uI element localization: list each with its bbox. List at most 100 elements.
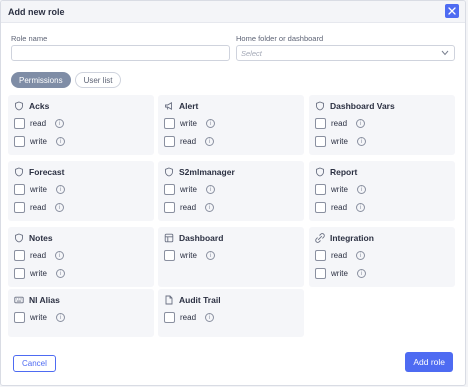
permission-checkbox[interactable] <box>14 312 25 323</box>
permission-checkbox[interactable] <box>164 118 175 129</box>
role-name-input[interactable] <box>11 45 230 61</box>
permission-checkbox[interactable] <box>14 184 25 195</box>
permission-option: read i <box>315 250 366 261</box>
permission-checkbox[interactable] <box>164 136 175 147</box>
permission-option: write i <box>164 250 215 261</box>
permission-card-title: Acks <box>29 101 50 111</box>
info-icon[interactable]: i <box>55 137 65 146</box>
permission-checkbox[interactable] <box>164 312 175 323</box>
info-icon[interactable]: i <box>356 137 366 146</box>
permission-label: read <box>30 251 47 260</box>
info-icon[interactable]: i <box>55 119 65 128</box>
close-icon <box>448 7 456 15</box>
permission-label: read <box>331 251 348 260</box>
home-folder-placeholder: Select <box>241 49 262 58</box>
permission-card-header: Dashboard <box>164 233 223 243</box>
permission-label: write <box>30 137 47 146</box>
permission-label: write <box>180 251 197 260</box>
permission-card-title: Nl Alias <box>29 295 60 305</box>
info-icon[interactable]: i <box>55 203 65 212</box>
modal-header: Add new role <box>1 1 465 23</box>
permission-checkbox[interactable] <box>315 136 326 147</box>
info-icon[interactable]: i <box>55 185 65 194</box>
permission-checkbox[interactable] <box>14 136 25 147</box>
permission-label: write <box>331 137 348 146</box>
shield-icon <box>316 101 324 111</box>
permission-checkbox[interactable] <box>315 268 326 279</box>
permission-checkbox[interactable] <box>315 118 326 129</box>
document-icon <box>165 295 173 305</box>
permission-checkbox[interactable] <box>14 250 25 261</box>
permission-checkbox[interactable] <box>315 202 326 213</box>
cancel-button[interactable]: Cancel <box>13 355 56 372</box>
info-icon[interactable]: i <box>205 137 215 146</box>
shield-icon <box>15 233 23 243</box>
permission-checkbox[interactable] <box>164 202 175 213</box>
permission-card: Notes read i write i <box>8 227 154 287</box>
info-icon[interactable]: i <box>205 185 215 194</box>
shield-icon <box>316 167 324 177</box>
info-icon[interactable]: i <box>55 251 65 260</box>
permission-card-header: Forecast <box>14 167 64 177</box>
permission-checkbox[interactable] <box>14 268 25 279</box>
info-icon[interactable]: i <box>55 313 65 322</box>
permission-card-title: Report <box>330 167 358 177</box>
info-icon[interactable]: i <box>356 203 366 212</box>
permission-checkbox[interactable] <box>164 184 175 195</box>
permission-checkbox[interactable] <box>315 250 326 261</box>
role-name-label: Role name <box>11 34 48 43</box>
permission-card-header: Audit Trail <box>164 295 221 305</box>
info-icon[interactable]: i <box>205 203 215 212</box>
modal-title: Add new role <box>8 7 65 17</box>
info-icon[interactable]: i <box>55 269 65 278</box>
tab-user-list[interactable]: User list <box>74 72 122 88</box>
close-button[interactable] <box>445 4 459 18</box>
permission-label: read <box>180 203 197 212</box>
permission-label: write <box>30 313 47 322</box>
permission-card: S2mlmanager write i read i <box>158 161 304 221</box>
info-icon[interactable]: i <box>205 251 215 260</box>
permission-option: read i <box>315 202 366 213</box>
permission-card-title: Forecast <box>29 167 65 177</box>
permission-card-header: Dashboard Vars <box>315 101 395 111</box>
permission-card: Nl Alias write i <box>8 289 154 337</box>
permission-checkbox[interactable] <box>164 250 175 261</box>
permissions-grid: Acks read i write i Alert write i read i Dashboard… <box>8 95 460 343</box>
permission-option: read i <box>315 118 366 129</box>
info-icon[interactable]: i <box>356 269 366 278</box>
permission-label: write <box>331 269 348 278</box>
permission-card: Dashboard write i <box>158 227 304 287</box>
permission-checkbox[interactable] <box>315 184 326 195</box>
info-icon[interactable]: i <box>356 119 366 128</box>
permission-card: Dashboard Vars read i write i <box>309 95 455 155</box>
permission-card-title: Alert <box>179 101 199 111</box>
shield-icon <box>15 101 23 111</box>
info-icon[interactable]: i <box>356 251 366 260</box>
shield-icon <box>165 167 173 177</box>
permission-checkbox[interactable] <box>14 202 25 213</box>
permission-card: Report write i read i <box>309 161 455 221</box>
megaphone-icon <box>165 102 172 110</box>
permission-card: Alert write i read i <box>158 95 304 155</box>
permission-option: read i <box>14 118 65 129</box>
permission-option: read i <box>14 250 65 261</box>
permission-option: write i <box>315 268 366 279</box>
permission-card-header: Alert <box>164 101 198 111</box>
permission-card: Integration read i write i <box>309 227 455 287</box>
permission-label: read <box>180 313 197 322</box>
permission-card-header: Report <box>315 167 357 177</box>
add-role-button[interactable]: Add role <box>405 352 453 372</box>
permission-checkbox[interactable] <box>14 118 25 129</box>
permission-option: read i <box>164 136 215 147</box>
shield-icon <box>15 167 23 177</box>
permission-card: Audit Trail read i <box>158 289 304 337</box>
info-icon[interactable]: i <box>205 313 215 322</box>
permission-label: write <box>30 269 47 278</box>
permission-option: write i <box>164 118 215 129</box>
home-folder-select[interactable]: Select <box>236 45 455 61</box>
permission-label: read <box>30 203 47 212</box>
info-icon[interactable]: i <box>205 119 215 128</box>
info-icon[interactable]: i <box>356 185 366 194</box>
tab-permissions[interactable]: Permissions <box>11 72 71 88</box>
permission-label: read <box>30 119 47 128</box>
